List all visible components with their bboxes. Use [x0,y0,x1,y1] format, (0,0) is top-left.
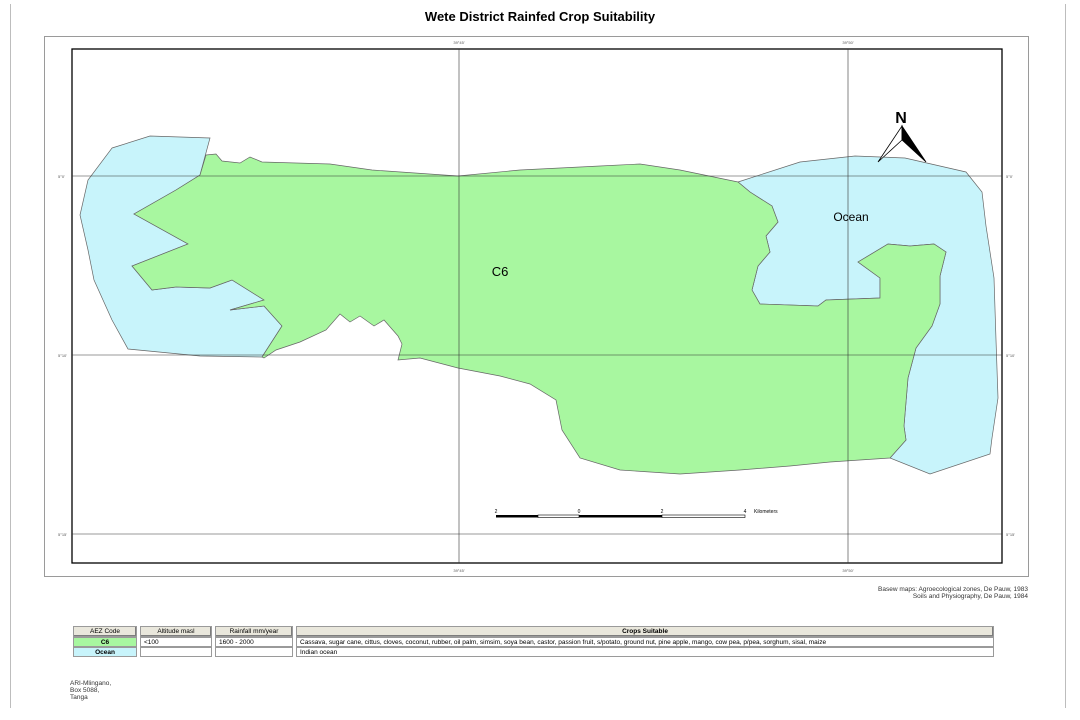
map-canvas: 39°45' 39°50' 39°45' 39°50' 5°0' 5°10' 5… [58,40,1015,573]
scale-unit-label: Kilometers [754,509,778,515]
legend-header-rainfall: Rainfall mm/year [215,626,293,637]
legend-row: C6 <100 1600 - 2000 Cassava, sugar cane,… [73,637,994,647]
legend-rainfall [215,647,293,657]
legend-crops: Cassava, sugar cane, cittus, cloves, coc… [296,637,994,647]
graticule-label-bottom: 39°45' [453,568,464,573]
legend-row: Ocean Indian ocean [73,647,994,657]
scale-tick-label: 2 [495,509,498,515]
graticule-label-right: 5°15' [1006,532,1015,537]
graticule-label-left: 5°0' [58,174,65,179]
credit-line: Soils and Physiography, De Pauw, 1984 [912,593,1028,600]
scale-tick-label: 0 [578,509,581,515]
credit-line: Basew maps: Agroecological zones, De Pau… [878,586,1028,593]
legend-header-crops: Crops Suitable [296,626,994,637]
graticule-label-left: 5°10' [58,353,67,358]
legend-altitude [140,647,212,657]
legend-crops: Indian ocean [296,647,994,657]
address-block: ARI-Mlingano, Box 5088, Tanga [70,680,111,701]
scale-tick-label: 2 [661,509,664,515]
scale-tick-label: 4 [744,509,747,515]
label-c6: C6 [492,264,509,279]
address-line: ARI-Mlingano, [70,680,112,687]
legend-header-row: AEZ Code Altitude masl Rainfall mm/year … [73,626,994,637]
label-ocean: Ocean [833,210,868,224]
legend-table: AEZ Code Altitude masl Rainfall mm/year … [70,626,997,657]
graticule-label-left: 5°15' [58,532,67,537]
graticule-label-right: 5°0' [1006,174,1013,179]
legend-rainfall: 1600 - 2000 [215,637,293,647]
graticule-label-top: 39°50' [842,40,853,45]
address-line: Box 5088, [70,687,100,694]
legend-altitude: <100 [140,637,212,647]
address-line: Tanga [70,694,88,701]
legend-code-ocean: Ocean [73,647,137,657]
graticule-label-top: 39°45' [453,40,464,45]
graticule-label-right: 5°10' [1006,353,1015,358]
legend-header-altitude: Altitude masl [140,626,212,637]
map-credits: Basew maps: Agroecological zones, De Pau… [878,586,1028,600]
legend-code-c6: C6 [73,637,137,647]
north-arrow-label: N [895,110,907,127]
legend-header-code: AEZ Code [73,626,137,637]
graticule-label-bottom: 39°50' [842,568,853,573]
